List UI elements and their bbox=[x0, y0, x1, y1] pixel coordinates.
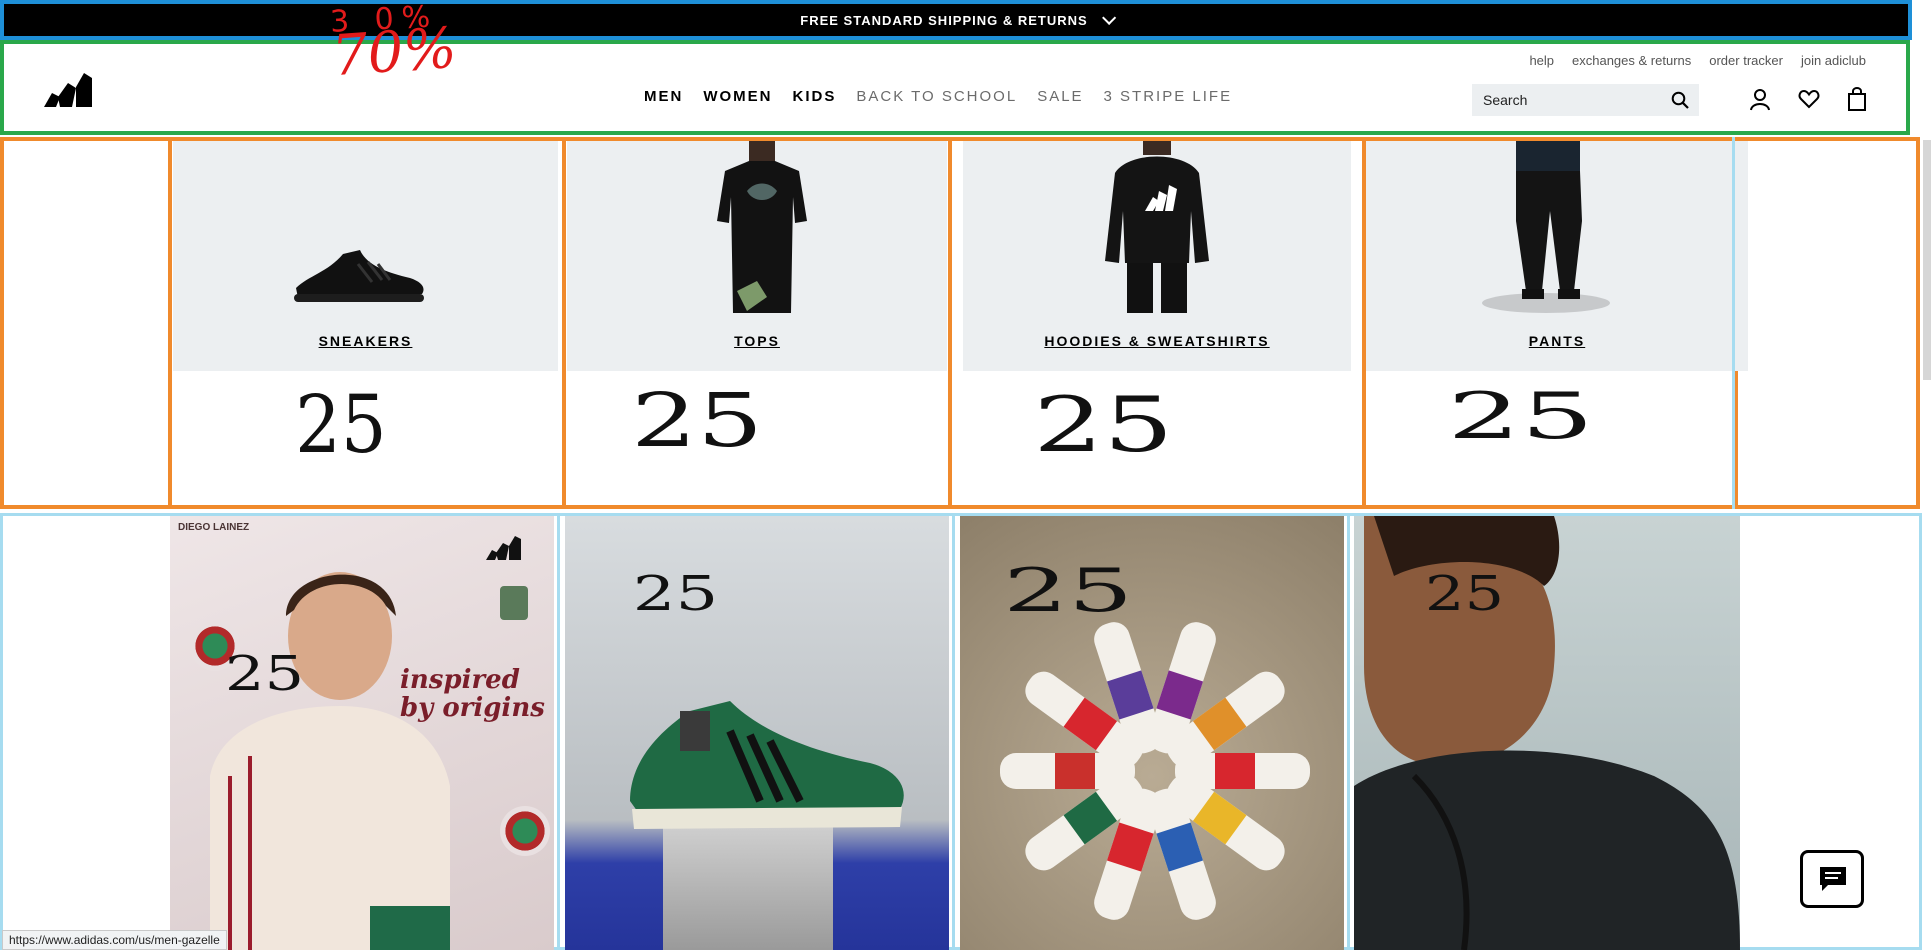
annotation-25: 25 bbox=[1424, 566, 1505, 622]
tile-divider bbox=[952, 513, 955, 950]
site-header: help exchanges & returns order tracker j… bbox=[0, 40, 1910, 135]
tile-divider bbox=[1347, 513, 1350, 950]
model-portrait-image bbox=[1354, 516, 1740, 950]
annotation-25: 25 bbox=[1003, 556, 1134, 626]
annotation-25: 25 bbox=[632, 566, 719, 622]
nav-women[interactable]: WOMEN bbox=[703, 88, 772, 105]
annotation-25: 25 bbox=[1033, 380, 1174, 469]
help-link[interactable]: help bbox=[1529, 53, 1554, 68]
pants-model-image bbox=[1482, 141, 1610, 313]
search-input[interactable]: Search bbox=[1472, 84, 1699, 116]
annotation-25: 25 bbox=[1447, 380, 1595, 454]
status-bar-url: https://www.adidas.com/us/men-gazelle bbox=[2, 930, 227, 950]
chevron-down-icon[interactable] bbox=[1101, 10, 1116, 25]
category-label[interactable]: SNEAKERS bbox=[173, 333, 558, 349]
wishlist-heart-icon[interactable] bbox=[1798, 87, 1820, 111]
search-icon[interactable] bbox=[1671, 91, 1689, 109]
athlete-caption: DIEGO LAINEZ bbox=[178, 522, 250, 533]
account-icon[interactable] bbox=[1749, 87, 1771, 111]
category-label[interactable]: PANTS bbox=[1366, 333, 1748, 349]
category-label[interactable]: TOPS bbox=[567, 333, 947, 349]
mexico-crest-icon bbox=[500, 586, 528, 620]
sneaker-image bbox=[294, 250, 424, 302]
hero-tile-ultraboost-collection[interactable]: 25 bbox=[960, 516, 1344, 950]
chat-icon bbox=[1820, 867, 1846, 891]
category-card-tops[interactable]: TOPS bbox=[567, 141, 947, 371]
nav-kids[interactable]: KIDS bbox=[793, 88, 837, 105]
tile-divider bbox=[1732, 137, 1735, 509]
hoodie-model-image bbox=[1105, 141, 1209, 313]
adidas-logo-icon bbox=[486, 536, 521, 560]
nav-3-stripe-life[interactable]: 3 STRIPE LIFE bbox=[1104, 88, 1233, 105]
category-label[interactable]: HOODIES & SWEATSHIRTS bbox=[963, 333, 1351, 349]
nav-sale[interactable]: SALE bbox=[1037, 88, 1083, 105]
sneaker-wheel-image bbox=[1000, 622, 1310, 920]
hero-tile-gazelle[interactable]: 25 bbox=[565, 516, 949, 950]
hero-tile-man-jacket[interactable]: 25 bbox=[1354, 516, 1740, 950]
category-card-hoodies-sweatshirts[interactable]: HOODIES & SWEATSHIRTS bbox=[963, 141, 1351, 371]
nav-men[interactable]: MEN bbox=[644, 88, 683, 105]
ornament-icon bbox=[500, 806, 550, 856]
exchanges-returns-link[interactable]: exchanges & returns bbox=[1572, 53, 1691, 68]
annotation-25: 25 bbox=[224, 646, 305, 702]
join-adiclub-link[interactable]: join adiclub bbox=[1801, 53, 1866, 68]
order-tracker-link[interactable]: order tracker bbox=[1709, 53, 1783, 68]
category-card-sneakers[interactable]: SNEAKERS bbox=[173, 141, 558, 371]
tile-divider bbox=[557, 513, 560, 950]
annotation-25: 25 bbox=[631, 378, 764, 464]
scrollbar[interactable] bbox=[1923, 140, 1931, 380]
gazelle-shoe-image bbox=[630, 701, 904, 829]
annotation-25: 25 bbox=[295, 378, 387, 471]
adidas-logo-icon[interactable] bbox=[44, 69, 104, 107]
main-nav: MEN WOMEN KIDS BACK TO SCHOOL SALE 3 STR… bbox=[644, 88, 1232, 105]
concrete-block bbox=[663, 826, 833, 950]
chat-button[interactable] bbox=[1800, 850, 1864, 908]
model-jersey-image bbox=[210, 572, 450, 950]
search-placeholder: Search bbox=[1483, 92, 1528, 108]
tshirt-model-image bbox=[717, 141, 807, 313]
cart-bag-icon[interactable] bbox=[1846, 87, 1868, 111]
utility-links: help exchanges & returns order tracker j… bbox=[1529, 53, 1866, 68]
nav-back-to-school[interactable]: BACK TO SCHOOL bbox=[856, 88, 1017, 105]
promo-bar[interactable]: FREE STANDARD SHIPPING & RETURNS bbox=[0, 0, 1912, 40]
promo-text[interactable]: FREE STANDARD SHIPPING & RETURNS bbox=[800, 13, 1087, 28]
category-card-pants[interactable]: PANTS bbox=[1366, 141, 1748, 371]
hero-tile-mexico-jersey[interactable]: DIEGO LAINEZ inspired by origins 25 bbox=[170, 516, 554, 950]
annotation-70-percent: 70% bbox=[329, 15, 459, 90]
